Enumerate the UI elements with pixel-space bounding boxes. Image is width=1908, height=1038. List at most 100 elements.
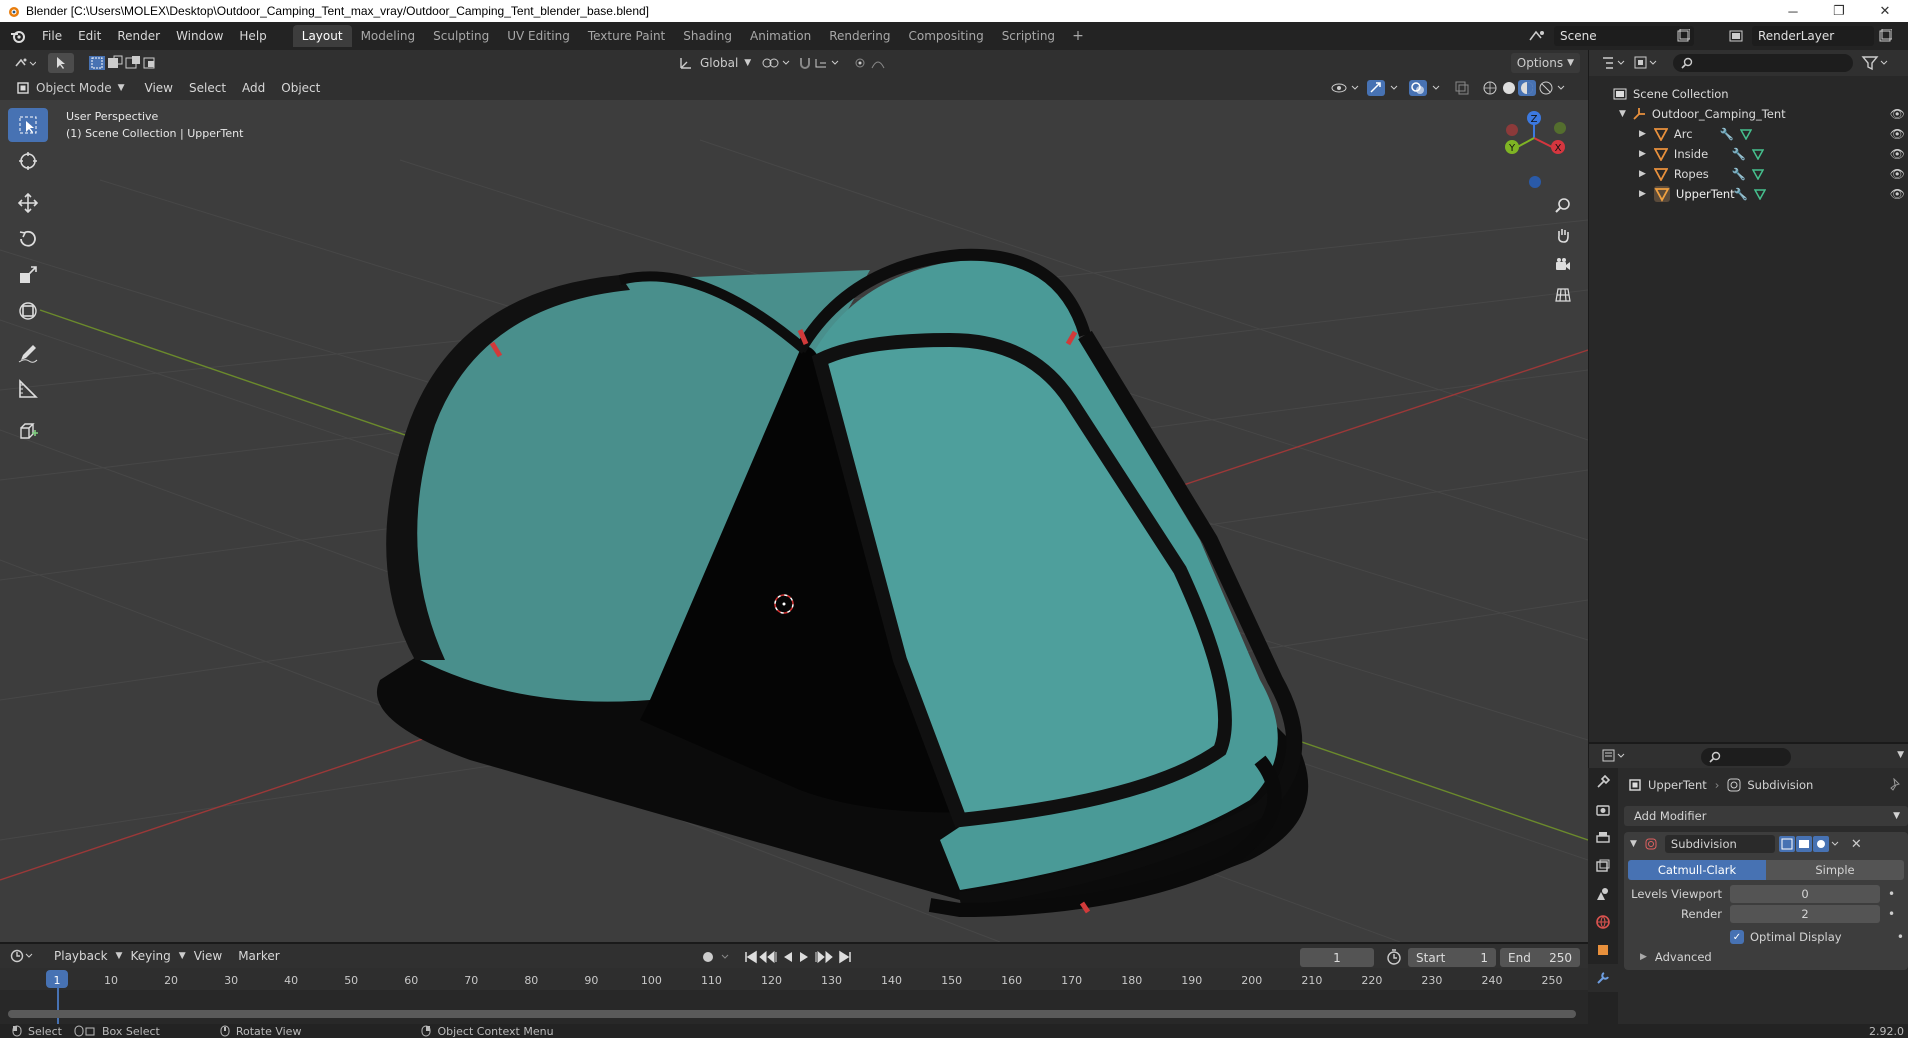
proportional-edit-toggle[interactable] xyxy=(848,53,906,73)
options-dropdown[interactable]: Options ▼ xyxy=(1510,53,1580,73)
show-gizmo-icon[interactable] xyxy=(1366,79,1402,97)
tab-view-layer[interactable] xyxy=(1588,852,1618,880)
menu-playback[interactable]: Playback xyxy=(46,949,116,963)
expand-arrow-icon[interactable]: ▼ xyxy=(1619,109,1626,119)
optimal-display-checkbox[interactable]: ✓ xyxy=(1730,930,1744,944)
outliner-row-arc[interactable]: ▶ Arc 🔧 👁 xyxy=(1589,124,1908,144)
transform-orientation-dropdown[interactable]: Global ▼ xyxy=(672,53,757,73)
pan-button[interactable] xyxy=(1550,222,1576,248)
menu-file[interactable]: File xyxy=(34,29,70,43)
minimize-button[interactable]: ─ xyxy=(1770,0,1816,22)
keyframe-dot-icon[interactable]: • xyxy=(1888,907,1895,921)
tool-cursor[interactable] xyxy=(8,144,48,178)
eye-icon[interactable]: 👁 xyxy=(1890,187,1905,201)
tab-object[interactable] xyxy=(1588,936,1618,964)
eye-icon[interactable]: 👁 xyxy=(1890,147,1905,161)
tab-sculpting[interactable]: Sculpting xyxy=(424,25,498,47)
perspective-toggle-button[interactable] xyxy=(1550,282,1576,308)
properties-editor-type-icon[interactable] xyxy=(1601,748,1627,764)
add-modifier-dropdown[interactable]: Add Modifier ▼ xyxy=(1624,806,1908,826)
menu-marker[interactable]: Marker xyxy=(230,949,287,963)
menu-window[interactable]: Window xyxy=(168,29,231,43)
eye-icon[interactable]: 👁 xyxy=(1890,167,1905,181)
menu-keying[interactable]: Keying xyxy=(122,949,178,963)
tab-scripting[interactable]: Scripting xyxy=(993,25,1064,47)
collapse-arrow-icon[interactable]: ▼ xyxy=(1630,839,1637,849)
playback-controls[interactable] xyxy=(744,949,854,965)
eye-icon[interactable]: 👁 xyxy=(1890,127,1905,141)
pin-icon[interactable] xyxy=(1890,778,1902,792)
method-simple[interactable]: Simple xyxy=(1766,860,1904,880)
tab-modeling[interactable]: Modeling xyxy=(352,25,425,47)
frame-ruler[interactable] xyxy=(0,968,1588,990)
outliner-row-ropes[interactable]: ▶ Ropes 🔧 👁 xyxy=(1589,164,1908,184)
new-scene-icon[interactable] xyxy=(1676,29,1690,43)
outliner-row-collection[interactable]: ▼ Outdoor_Camping_Tent 👁 xyxy=(1589,104,1908,124)
menu-timeline-view[interactable]: View xyxy=(186,949,230,963)
view-layer-icon[interactable] xyxy=(1728,28,1744,44)
menu-edit[interactable]: Edit xyxy=(70,29,109,43)
tool-rotate[interactable] xyxy=(8,222,48,256)
keyframe-dot-icon[interactable]: • xyxy=(1897,930,1904,944)
remove-modifier-icon[interactable]: ✕ xyxy=(1851,837,1862,852)
filter-icon[interactable] xyxy=(1861,54,1891,72)
menu-select[interactable]: Select xyxy=(181,81,234,95)
tool-annotate[interactable] xyxy=(8,336,48,370)
menu-render[interactable]: Render xyxy=(109,29,168,43)
selection-mode-group[interactable] xyxy=(82,53,178,73)
blender-menu-icon[interactable] xyxy=(10,28,26,44)
select-tool-button[interactable] xyxy=(48,53,74,73)
zoom-button[interactable] xyxy=(1550,192,1576,218)
mode-dropdown[interactable]: Object Mode ▼ xyxy=(10,78,131,98)
modifier-visibility-toggles[interactable] xyxy=(1778,836,1843,852)
modifier-name-field[interactable]: Subdivision xyxy=(1664,835,1775,853)
tool-select-box[interactable] xyxy=(8,108,48,142)
maximize-button[interactable]: ❐ xyxy=(1816,0,1862,22)
outliner-search-input[interactable] xyxy=(1673,54,1853,72)
expand-arrow-icon[interactable]: ▶ xyxy=(1639,149,1646,159)
close-window-button[interactable]: ✕ xyxy=(1862,0,1908,22)
tool-add-cube[interactable] xyxy=(8,414,48,448)
3d-viewport[interactable]: Z X Y User Perspective (1) Scene Collect… xyxy=(0,100,1588,942)
menu-view[interactable]: View xyxy=(137,81,181,95)
shading-modes-icons[interactable] xyxy=(1480,79,1570,97)
tab-texture-paint[interactable]: Texture Paint xyxy=(579,25,674,47)
tab-output[interactable] xyxy=(1588,824,1618,852)
editor-type-button[interactable] xyxy=(8,53,42,73)
render-levels-field[interactable]: 2 xyxy=(1730,905,1880,923)
end-frame-field[interactable]: End 250 xyxy=(1500,948,1580,967)
tab-tool[interactable] xyxy=(1588,768,1618,796)
advanced-subpanel[interactable]: ▶ Advanced xyxy=(1640,950,1712,964)
menu-help[interactable]: Help xyxy=(231,29,274,43)
scene-selector-icon[interactable] xyxy=(1528,28,1550,44)
timeline-scrollbar[interactable] xyxy=(8,1010,1576,1018)
tab-animation[interactable]: Animation xyxy=(741,25,820,47)
tab-compositing[interactable]: Compositing xyxy=(899,25,992,47)
current-frame-field[interactable]: 1 xyxy=(1300,948,1374,967)
expand-arrow-icon[interactable]: ▶ xyxy=(1639,189,1646,199)
tool-move[interactable] xyxy=(8,186,48,220)
menu-add[interactable]: Add xyxy=(234,81,273,95)
snap-toggle[interactable] xyxy=(792,53,856,73)
view-layer-field[interactable]: RenderLayer xyxy=(1752,26,1874,46)
menu-object[interactable]: Object xyxy=(273,81,328,95)
tab-scene[interactable] xyxy=(1588,880,1618,908)
tab-render[interactable] xyxy=(1588,796,1618,824)
tab-shading[interactable]: Shading xyxy=(674,25,741,47)
method-catmull-clark[interactable]: Catmull-Clark xyxy=(1628,860,1766,880)
tab-modifiers[interactable] xyxy=(1588,964,1618,992)
outliner-row-uppertent[interactable]: ▶ UpperTent 🔧 👁 xyxy=(1589,184,1908,204)
timeline-editor-type-icon[interactable] xyxy=(10,948,36,964)
add-workspace-button[interactable]: + xyxy=(1064,28,1092,44)
new-view-layer-icon[interactable] xyxy=(1878,29,1892,43)
stopwatch-icon[interactable] xyxy=(1386,949,1402,965)
chevron-down-icon[interactable]: ▼ xyxy=(1897,750,1904,760)
timeline-body[interactable]: 10 20 30 40 50 60 70 80 90 100 110 120 130 140 150 160 1… xyxy=(0,968,1588,1024)
keyframe-dot-icon[interactable]: • xyxy=(1888,887,1895,901)
tab-rendering[interactable]: Rendering xyxy=(820,25,899,47)
tool-transform[interactable] xyxy=(8,294,48,328)
expand-arrow-icon[interactable]: ▶ xyxy=(1639,169,1646,179)
start-frame-field[interactable]: Start 1 xyxy=(1408,948,1496,967)
visibility-selectability-icon[interactable] xyxy=(1330,80,1362,96)
outliner-row-inside[interactable]: ▶ Inside 🔧 👁 xyxy=(1589,144,1908,164)
